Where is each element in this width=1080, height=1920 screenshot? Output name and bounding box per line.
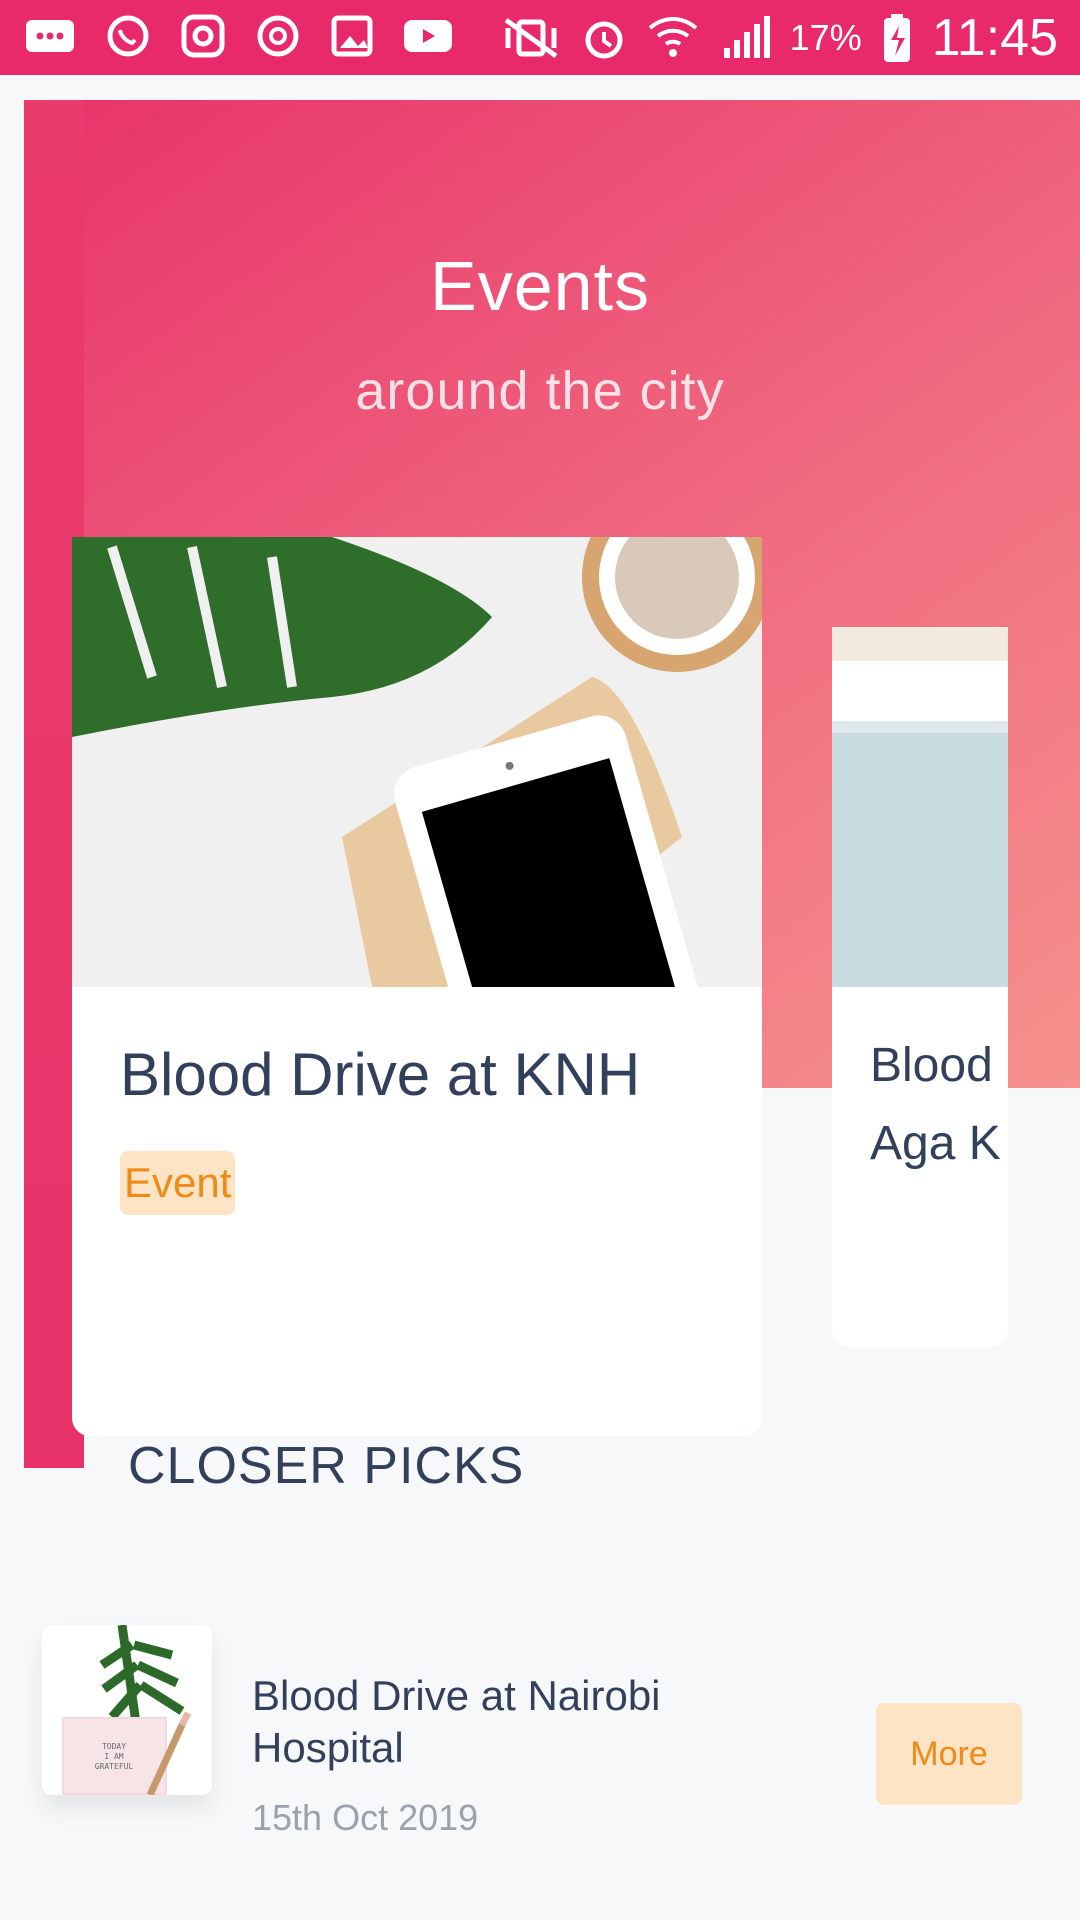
event-image bbox=[72, 537, 762, 1076]
section-title: CLOSER PICKS bbox=[128, 1437, 525, 1495]
whatsapp-icon bbox=[104, 12, 152, 60]
pick-thumbnail: TODAY I AM GRATEFUL bbox=[42, 1625, 212, 1795]
hero-subtitle: around the city bbox=[355, 361, 725, 421]
refresh-icon bbox=[254, 12, 302, 60]
gallery-icon bbox=[330, 14, 374, 58]
status-bar: 17% 11:45 bbox=[0, 0, 1080, 75]
instagram-icon bbox=[180, 13, 226, 59]
vibrate-icon bbox=[500, 14, 562, 62]
event-badge: Event bbox=[120, 1151, 236, 1215]
event-title-line: Blood bbox=[870, 1039, 993, 1092]
more-button[interactable]: More bbox=[876, 1703, 1022, 1805]
youtube-icon bbox=[402, 16, 454, 56]
event-card[interactable]: Blood Aga K bbox=[832, 627, 1008, 1347]
event-card[interactable]: Blood Drive at KNH Event bbox=[72, 537, 762, 1436]
pick-title[interactable]: Blood Drive at Nairobi Hospital bbox=[252, 1670, 772, 1774]
messages-icon bbox=[24, 16, 76, 56]
event-image bbox=[832, 627, 1008, 987]
status-bar-right: 17% 11:45 bbox=[500, 6, 1058, 70]
pick-list-item[interactable]: TODAY I AM GRATEFUL Blood Drive at Nairo… bbox=[0, 1620, 1080, 1870]
event-title-line: Aga K bbox=[870, 1117, 1001, 1170]
svg-text:I AM: I AM bbox=[104, 1752, 123, 1761]
svg-text:GRATEFUL: GRATEFUL bbox=[95, 1762, 134, 1771]
status-bar-left bbox=[24, 12, 454, 60]
pick-date: 15th Oct 2019 bbox=[252, 1797, 479, 1838]
battery-charging-icon bbox=[880, 12, 914, 64]
alarm-icon bbox=[580, 14, 628, 62]
clock-time: 11:45 bbox=[931, 9, 1058, 67]
event-title-partial[interactable]: Blood Aga K bbox=[870, 1027, 1001, 1183]
signal-icon bbox=[718, 14, 772, 62]
event-title[interactable]: Blood Drive at KNH bbox=[120, 1036, 640, 1114]
hero-title: Events bbox=[430, 247, 650, 325]
wifi-icon bbox=[646, 14, 700, 62]
svg-text:TODAY: TODAY bbox=[102, 1742, 126, 1751]
battery-percent: 17% bbox=[789, 17, 862, 58]
